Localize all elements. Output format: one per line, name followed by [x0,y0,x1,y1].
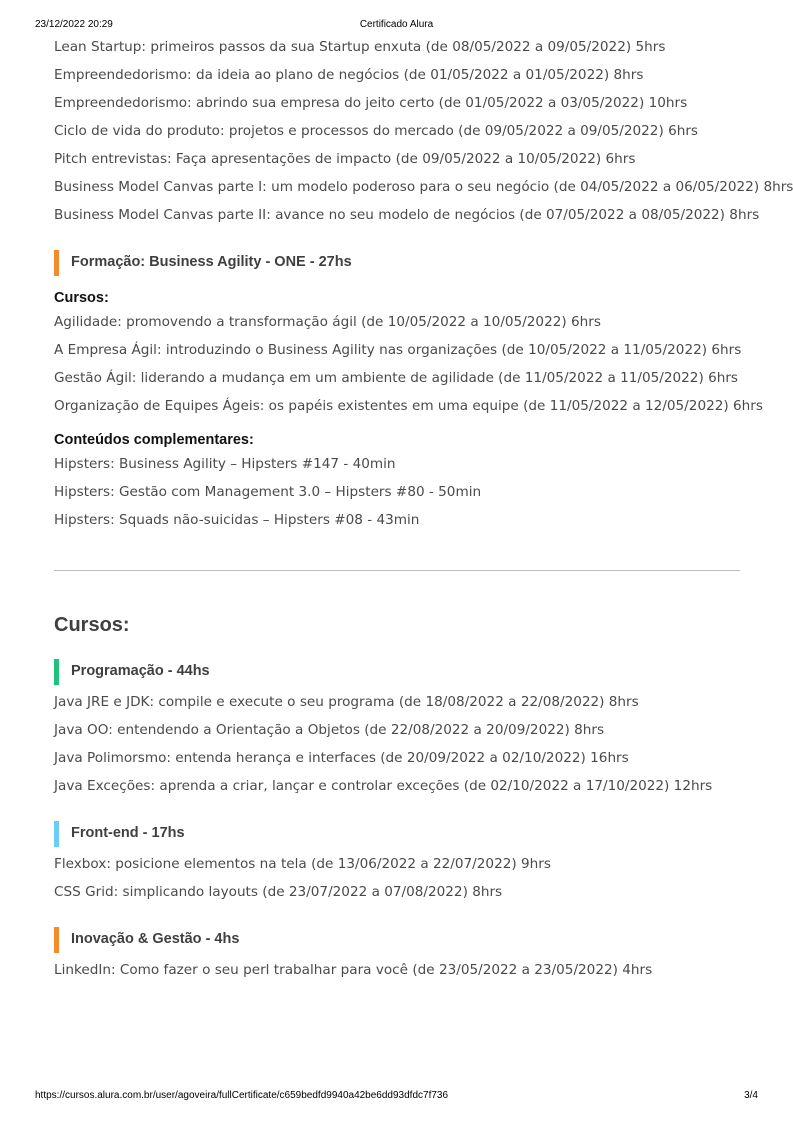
category-title: Programação - 44hs [71,663,210,679]
list-item: Hipsters: Business Agility – Hipsters #1… [54,456,396,472]
list-item: Lean Startup: primeiros passos da sua St… [54,39,666,55]
list-item: Java OO: entendendo a Orientação a Objet… [54,722,605,738]
list-item: Java Exceções: aprenda a criar, lançar e… [54,778,713,794]
page-number: 3/4 [744,1090,758,1101]
list-item: Hipsters: Squads não-suicidas – Hipsters… [54,512,420,528]
accent-bar [54,659,59,685]
list-item: Empreendedorismo: da ideia ao plano de n… [54,67,644,83]
list-item: Java JRE e JDK: compile e execute o seu … [54,694,639,710]
accent-bar [54,250,59,276]
list-item: LinkedIn: Como fazer o seu perl trabalha… [54,962,653,978]
list-item: Agilidade: promovendo a transformação ág… [54,314,601,330]
list-item: Java Polimorsmo: entenda herança e inter… [54,750,629,766]
list-item: Empreendedorismo: abrindo sua empresa do… [54,95,688,111]
section-divider [54,570,740,571]
list-item: Flexbox: posicione elementos na tela (de… [54,856,551,872]
list-item: Pitch entrevistas: Faça apresentações de… [54,151,636,167]
accent-bar [54,927,59,953]
list-item: Hipsters: Gestão com Management 3.0 – Hi… [54,484,482,500]
list-item: Organização de Equipes Ágeis: os papéis … [54,398,763,414]
print-footer: https://cursos.alura.com.br/user/agoveir… [35,1090,758,1104]
print-header: 23/12/2022 20:29 Certificado Alura [35,19,758,33]
print-title: Certificado Alura [359,19,434,30]
list-item: Gestão Ágil: liderando a mudança em um a… [54,370,739,386]
list-item: A Empresa Ágil: introduzindo o Business … [54,342,742,358]
cursos-title: Cursos: [54,614,130,636]
list-item: CSS Grid: simplicando layouts (de 23/07/… [54,884,503,900]
courses-subheading: Cursos: [54,290,109,306]
formacao-title: Formação: Business Agility - ONE - 27hs [71,254,352,270]
list-item: Business Model Canvas parte II: avance n… [54,207,760,223]
print-url: https://cursos.alura.com.br/user/agoveir… [35,1090,449,1101]
complementary-subheading: Conteúdos complementares: [54,432,254,448]
accent-bar [54,821,59,847]
list-item: Business Model Canvas parte I: um modelo… [54,179,793,195]
category-title: Front-end - 17hs [71,825,185,841]
list-item: Ciclo de vida do produto: projetos e pro… [54,123,699,139]
category-title: Inovação & Gestão - 4hs [71,931,240,947]
